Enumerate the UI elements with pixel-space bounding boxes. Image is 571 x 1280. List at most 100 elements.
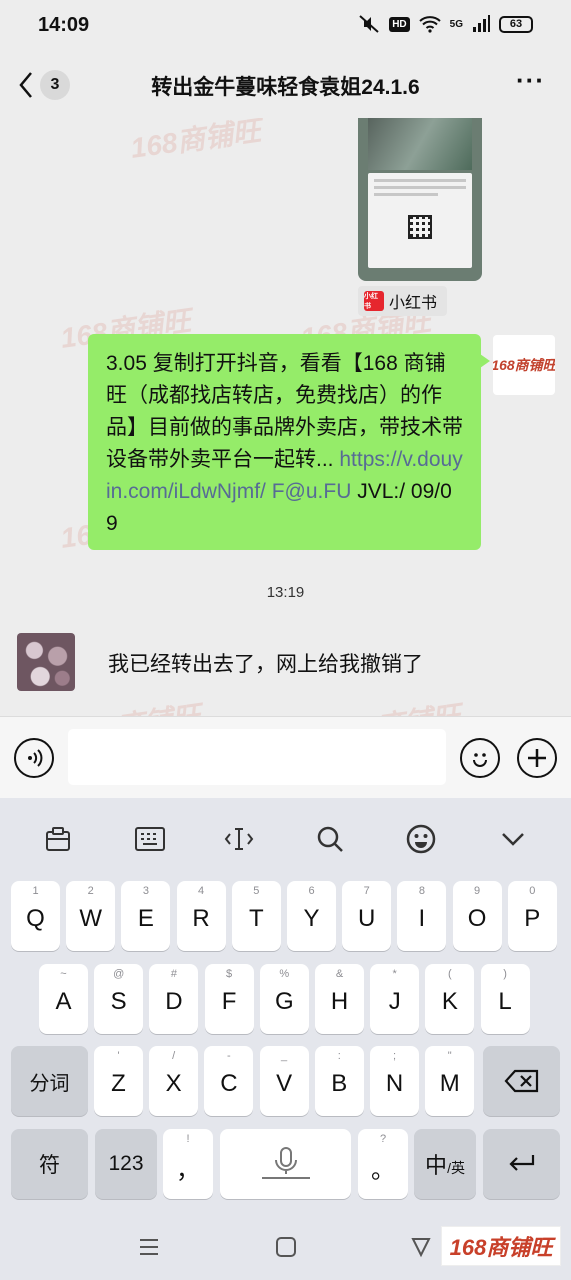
enter-icon bbox=[508, 1155, 534, 1171]
back-triangle-icon[interactable] bbox=[410, 1236, 432, 1258]
key-u[interactable]: 7U bbox=[342, 881, 392, 951]
contact-avatar[interactable] bbox=[17, 633, 75, 691]
key-label: A bbox=[55, 988, 72, 1015]
key-hint: 1 bbox=[32, 885, 39, 897]
key-hint: 7 bbox=[363, 885, 370, 897]
message-text-input[interactable] bbox=[68, 729, 446, 785]
qr-code-icon bbox=[408, 215, 432, 239]
key-l[interactable]: ) L bbox=[480, 964, 530, 1034]
xiaohongshu-logo: 小红书 bbox=[364, 291, 384, 311]
key-hint: 6 bbox=[308, 885, 315, 897]
key-hint: 0 bbox=[529, 885, 536, 897]
key-hint: & bbox=[335, 968, 344, 980]
key-d[interactable]: # D bbox=[149, 964, 199, 1034]
key-r[interactable]: 4R bbox=[176, 881, 226, 951]
voice-icon bbox=[28, 749, 43, 767]
key-w[interactable]: 2W bbox=[66, 881, 116, 951]
home-icon[interactable] bbox=[275, 1236, 297, 1258]
key-label: N bbox=[385, 1070, 404, 1097]
period-key-hint: ? bbox=[379, 1133, 387, 1145]
comma-key-label: ， bbox=[176, 1156, 200, 1184]
key-hint: 8 bbox=[418, 885, 425, 897]
period-key[interactable]: ? 。 bbox=[358, 1129, 408, 1199]
incoming-message-text[interactable]: 我已经转出去了，网上给我撤销了 bbox=[108, 648, 423, 678]
key-label: V bbox=[276, 1070, 293, 1097]
card-cover-image bbox=[368, 118, 472, 170]
key-hint: " bbox=[447, 1050, 452, 1062]
period-key-label: 。 bbox=[371, 1156, 395, 1184]
my-avatar[interactable]: 168商铺旺 bbox=[493, 335, 555, 395]
keyboard-layout-icon[interactable] bbox=[133, 822, 167, 856]
key-y[interactable]: 6Y bbox=[287, 881, 336, 951]
voice-input-button[interactable] bbox=[14, 738, 54, 778]
time-divider: 13:19 bbox=[266, 584, 305, 601]
key-p[interactable]: 0P bbox=[507, 881, 557, 951]
space-key[interactable] bbox=[220, 1129, 351, 1199]
key-f[interactable]: $ F bbox=[204, 964, 254, 1034]
key-label: W bbox=[79, 905, 103, 932]
key-h[interactable]: & H bbox=[315, 964, 364, 1034]
wifi-icon bbox=[418, 16, 441, 33]
language-key-main: 中 bbox=[425, 1153, 448, 1178]
key-m[interactable]: " M bbox=[425, 1046, 475, 1116]
language-switch-key[interactable]: 中/英 bbox=[414, 1129, 476, 1199]
key-q[interactable]: 1Q bbox=[11, 881, 60, 951]
comma-key[interactable]: ! ， bbox=[163, 1129, 213, 1199]
key-t[interactable]: 5T bbox=[231, 881, 281, 951]
key-label: G bbox=[274, 988, 294, 1015]
key-j[interactable]: * J bbox=[370, 964, 420, 1034]
more-options-button[interactable]: ··· bbox=[516, 67, 545, 93]
key-c[interactable]: -C bbox=[204, 1046, 254, 1116]
key-label: Z bbox=[111, 1070, 126, 1097]
backspace-icon bbox=[504, 1069, 538, 1093]
key-e[interactable]: 3E bbox=[121, 881, 171, 951]
segment-key[interactable]: 分词 bbox=[11, 1046, 88, 1116]
key-a[interactable]: ~ A bbox=[39, 964, 88, 1034]
keyboard: 1Q2W3E4R5T6Y7U8I9O0P ~ A @ S # D $ F% G & H * J(K) L … bbox=[0, 798, 571, 1280]
key-s[interactable]: @ S bbox=[94, 964, 144, 1034]
key-x[interactable]: / X bbox=[149, 1046, 199, 1116]
key-v[interactable]: _ V bbox=[259, 1046, 309, 1116]
key-b[interactable]: :B bbox=[314, 1046, 364, 1116]
key-label: X bbox=[165, 1070, 182, 1097]
key-z[interactable]: ' Z bbox=[94, 1046, 143, 1116]
key-hint: ; bbox=[392, 1050, 397, 1062]
card-source-tag[interactable]: 小红书 小红书 bbox=[358, 286, 448, 316]
key-hint: ( bbox=[448, 968, 452, 980]
outgoing-message-text: 3.05 复制打开抖音，看看【168 商铺旺（成都找店转店，免费找店）的作品】目… bbox=[106, 348, 463, 540]
collapse-keyboard-icon[interactable] bbox=[496, 822, 530, 856]
key-hint: # bbox=[170, 968, 177, 980]
emoji-icon[interactable] bbox=[404, 822, 438, 856]
shared-note-card[interactable] bbox=[358, 118, 482, 281]
key-i[interactable]: 8I bbox=[397, 881, 447, 951]
emoji-button[interactable] bbox=[460, 738, 500, 778]
key-k[interactable]: (K bbox=[425, 964, 475, 1034]
symbol-key[interactable]: 符 bbox=[11, 1129, 88, 1199]
number-key[interactable]: 123 bbox=[95, 1129, 157, 1199]
clipboard-icon[interactable] bbox=[41, 822, 75, 856]
search-icon[interactable] bbox=[313, 822, 347, 856]
status-icons: HD 5G 63 bbox=[358, 14, 533, 34]
cursor-edit-icon[interactable] bbox=[222, 822, 256, 856]
key-label: J bbox=[388, 988, 401, 1015]
key-hint: ' bbox=[117, 1050, 120, 1062]
key-n[interactable]: ; N bbox=[370, 1046, 419, 1116]
outgoing-message-bubble[interactable]: 3.05 复制打开抖音，看看【168 商铺旺（成都找店转店，免费找店）的作品】目… bbox=[88, 334, 490, 550]
key-hint: 2 bbox=[87, 885, 94, 897]
key-hint: 3 bbox=[142, 885, 149, 897]
key-o[interactable]: 9O bbox=[452, 881, 502, 951]
battery-indicator: 63 bbox=[499, 15, 533, 33]
key-label: D bbox=[165, 988, 183, 1015]
status-bar: 14:09 HD 5G 63 bbox=[0, 0, 571, 52]
add-attachment-button[interactable] bbox=[517, 738, 557, 778]
chat-messages-area[interactable]: 168商铺旺 168商铺旺 168商铺旺 168商铺旺 168商铺旺 168商铺… bbox=[0, 118, 571, 716]
enter-key[interactable] bbox=[483, 1129, 560, 1199]
menu-icon[interactable] bbox=[138, 1236, 160, 1258]
brand-logo: 168商铺旺 bbox=[441, 1226, 561, 1266]
key-g[interactable]: % G bbox=[259, 964, 309, 1034]
card-source-label: 小红书 bbox=[389, 295, 438, 312]
message-input-bar bbox=[0, 716, 571, 798]
hd-badge: HD bbox=[389, 16, 410, 32]
key-label: K bbox=[441, 988, 458, 1015]
backspace-key[interactable] bbox=[483, 1046, 560, 1116]
